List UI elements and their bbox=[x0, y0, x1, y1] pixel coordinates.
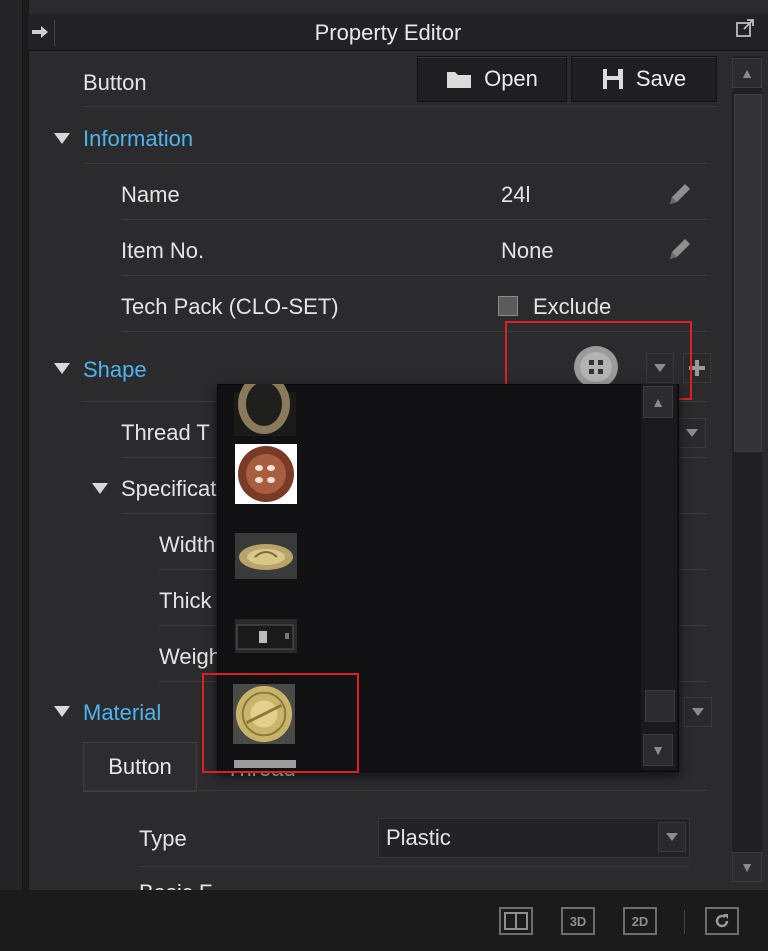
specification-label[interactable]: Specificat bbox=[121, 476, 216, 502]
divider bbox=[83, 790, 707, 791]
collapse-triangle-icon[interactable] bbox=[92, 483, 108, 494]
chevron-down-icon: ▼ bbox=[651, 742, 665, 758]
chevron-down-icon: ▼ bbox=[740, 859, 754, 875]
left-dock-strip bbox=[0, 0, 23, 951]
divider bbox=[139, 866, 689, 867]
type-value: Plastic bbox=[386, 825, 451, 850]
tech-pack-label: Tech Pack (CLO-SET) bbox=[121, 294, 339, 319]
material-dropdown-arrow[interactable] bbox=[684, 697, 712, 727]
scroll-up-button[interactable]: ▲ bbox=[732, 58, 762, 88]
toolbar-separator bbox=[684, 910, 685, 934]
collapse-triangle-icon[interactable] bbox=[54, 363, 70, 374]
thickness-label: Thick bbox=[159, 588, 212, 613]
divider bbox=[121, 275, 707, 276]
split-view-button[interactable] bbox=[499, 907, 533, 935]
name-value[interactable]: 24l bbox=[501, 182, 530, 208]
thread-dropdown-arrow[interactable] bbox=[678, 418, 706, 448]
shape-option-rectangular-tag[interactable] bbox=[235, 606, 297, 666]
window-title: Property Editor bbox=[314, 20, 462, 45]
chevron-down-icon bbox=[666, 833, 678, 841]
refresh-button[interactable] bbox=[705, 907, 739, 935]
scroll-thumb[interactable] bbox=[734, 94, 762, 452]
weight-label: Weigh bbox=[159, 644, 221, 669]
name-label: Name bbox=[121, 182, 180, 207]
refresh-icon bbox=[715, 914, 729, 928]
highlight-selected-option bbox=[202, 673, 359, 773]
section-information[interactable]: Information bbox=[83, 126, 193, 152]
scroll-down-button[interactable]: ▼ bbox=[732, 852, 762, 882]
view-2d-button[interactable]: 2D bbox=[623, 907, 657, 935]
popout-icon[interactable] bbox=[735, 18, 755, 38]
pencil-edit-icon[interactable] bbox=[666, 180, 694, 208]
dropdown-scroll-up[interactable]: ▲ bbox=[643, 386, 673, 418]
open-button-label: Open bbox=[484, 66, 538, 91]
open-button[interactable]: Open bbox=[417, 56, 567, 102]
item-no-label: Item No. bbox=[121, 238, 205, 263]
chevron-up-icon: ▲ bbox=[740, 65, 754, 81]
exclude-label: Exclude bbox=[533, 294, 612, 319]
basic-label: Basic F bbox=[139, 880, 212, 890]
category-label: Button bbox=[83, 70, 147, 95]
collapse-triangle-icon[interactable] bbox=[54, 133, 70, 144]
folder-icon bbox=[447, 72, 472, 88]
shape-option-gold-coin-flat[interactable] bbox=[235, 526, 297, 586]
divider bbox=[121, 219, 707, 220]
split-view-icon bbox=[504, 912, 528, 930]
item-no-value[interactable]: None bbox=[501, 238, 554, 264]
type-dropdown-arrow[interactable] bbox=[658, 822, 686, 852]
section-shape[interactable]: Shape bbox=[83, 357, 147, 383]
chevron-down-icon bbox=[692, 708, 704, 716]
dropdown-scroll-thumb[interactable] bbox=[645, 690, 675, 722]
save-button[interactable]: Save bbox=[571, 56, 717, 102]
shape-option-brown-button[interactable] bbox=[235, 444, 297, 504]
divider bbox=[83, 106, 717, 107]
pencil-edit-icon[interactable] bbox=[666, 235, 694, 263]
width-label: Width bbox=[159, 532, 216, 557]
floppy-disk-icon bbox=[602, 69, 623, 89]
chevron-up-icon: ▲ bbox=[651, 394, 665, 410]
divider bbox=[83, 163, 707, 164]
view-3d-button[interactable]: 3D bbox=[561, 907, 595, 935]
section-material[interactable]: Material bbox=[83, 700, 161, 726]
chevron-down-icon bbox=[686, 429, 698, 437]
shape-option-dark-ring[interactable] bbox=[234, 384, 296, 444]
exclude-checkbox[interactable] bbox=[498, 296, 518, 316]
type-label: Type bbox=[139, 826, 187, 851]
tab-button[interactable]: Button bbox=[83, 742, 197, 792]
save-button-label: Save bbox=[635, 66, 687, 91]
thread-label: Thread T bbox=[121, 420, 210, 445]
collapse-triangle-icon[interactable] bbox=[54, 706, 70, 717]
dropdown-scroll-down[interactable]: ▼ bbox=[643, 734, 673, 766]
